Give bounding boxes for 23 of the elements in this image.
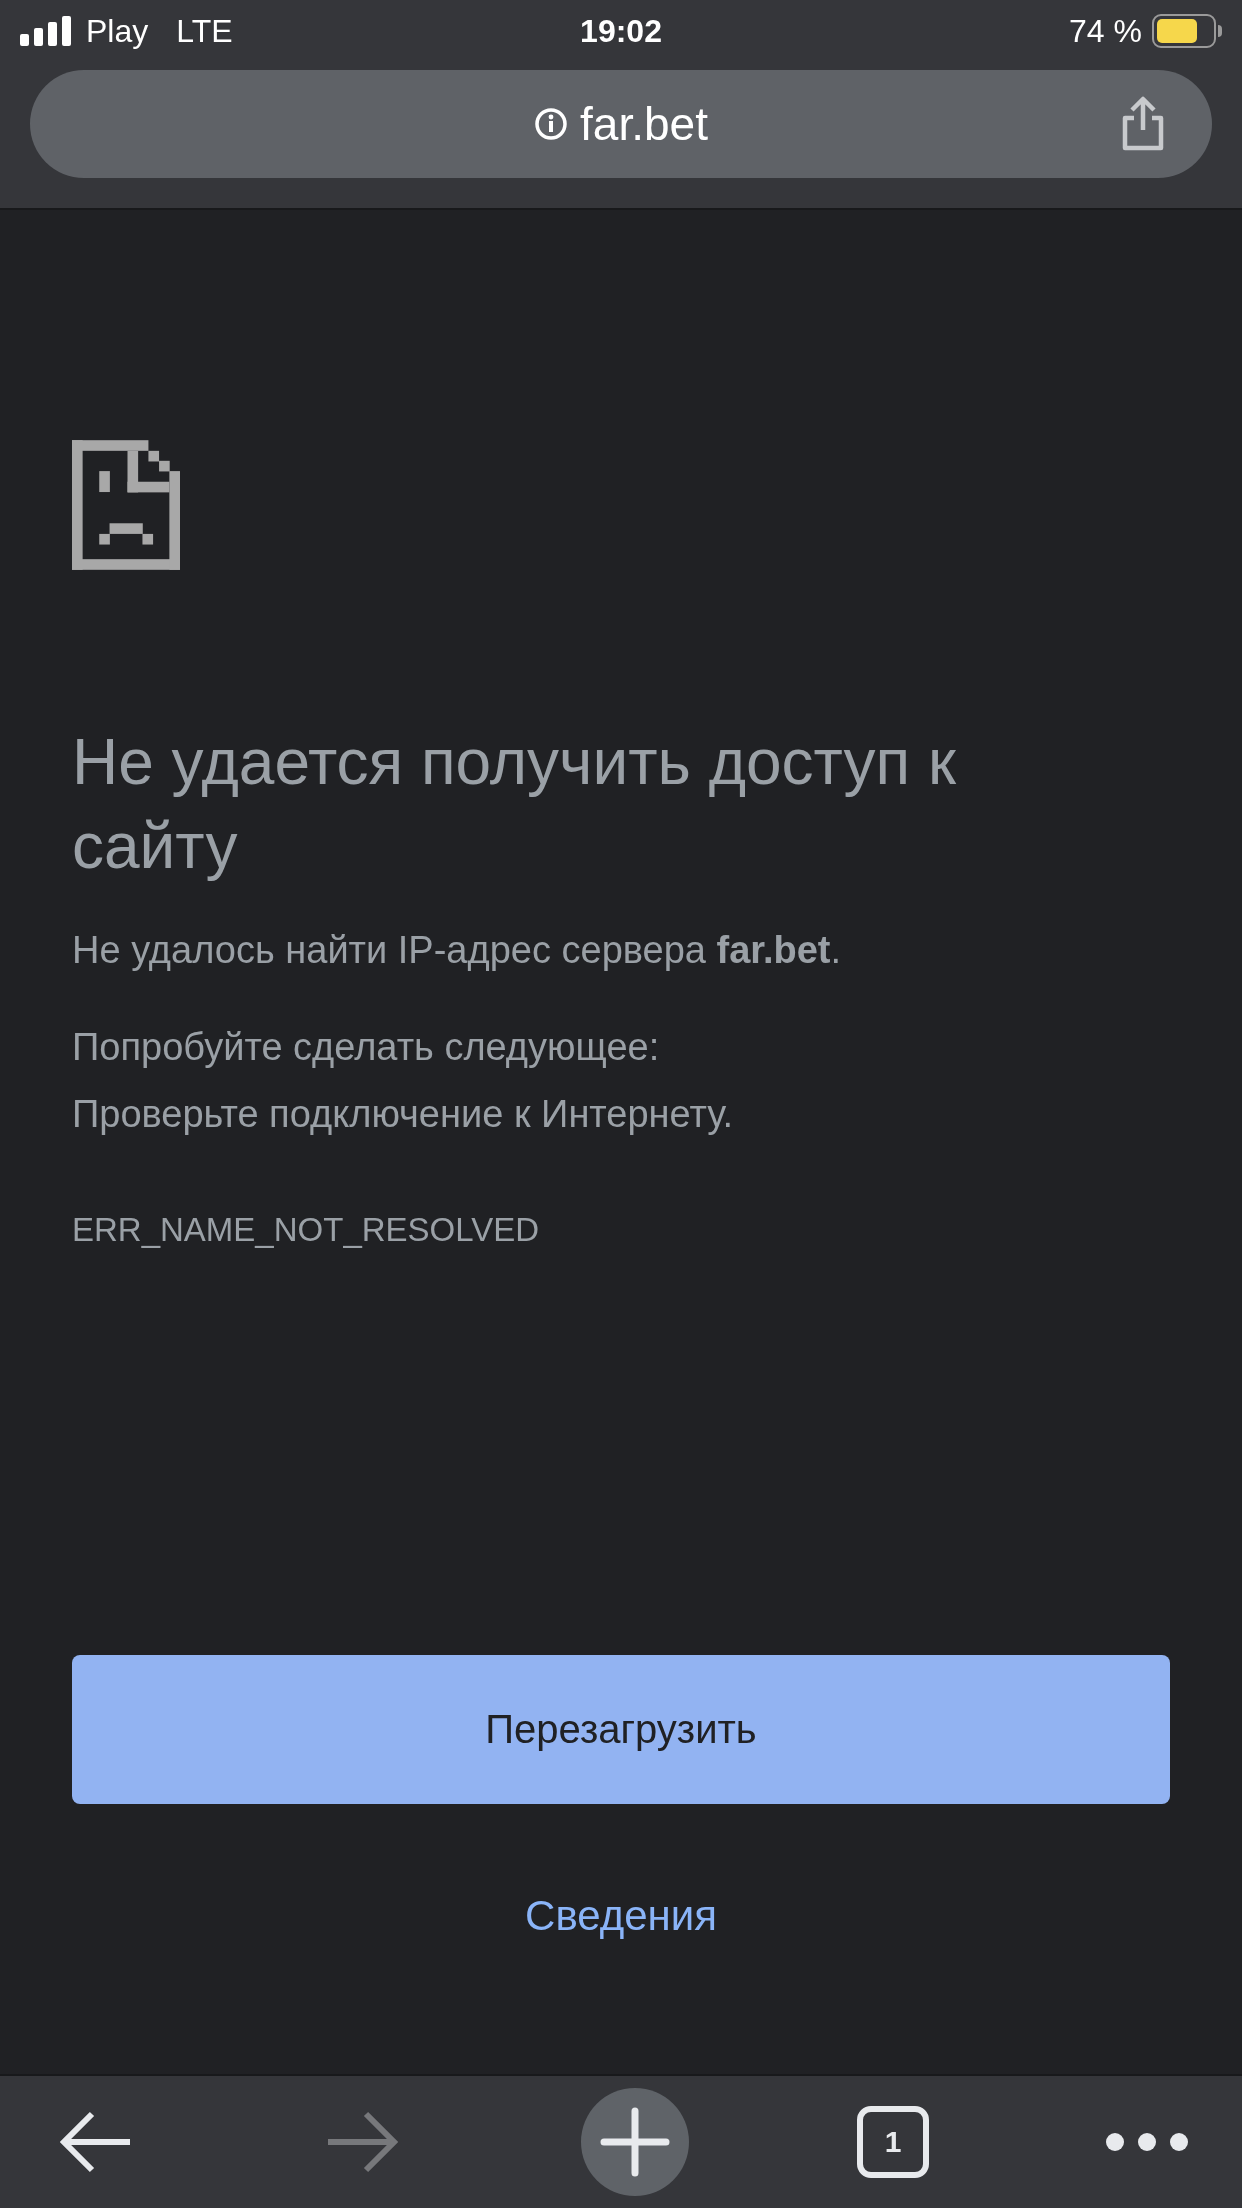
right-arrow-icon (326, 2110, 400, 2174)
broken-page-icon (72, 440, 180, 570)
error-heading: Не удается получить доступ к сайту (72, 725, 958, 884)
details-link[interactable]: Сведения (525, 1883, 717, 1947)
clock: 19:02 (580, 12, 662, 51)
left-arrow-icon (58, 2110, 132, 2174)
more-icon (1105, 2132, 1189, 2152)
suggestions-title: Попробуйте сделать следующее: (72, 1025, 661, 1070)
suggestion-text: Проверьте подключение к Интернету. (72, 1092, 735, 1137)
plus-icon (600, 2107, 670, 2177)
share-icon[interactable] (1120, 96, 1166, 152)
info-icon (534, 107, 569, 141)
battery-percent: 74 % (1069, 12, 1142, 51)
address-bar[interactable]: far.bet (30, 70, 1212, 178)
error-code: ERR_NAME_NOT_RESOLVED (72, 1210, 540, 1250)
battery-icon (1152, 14, 1222, 48)
tab-switcher-button[interactable]: 1 (857, 2106, 929, 2178)
signal-icon (20, 16, 72, 46)
error-message: Не удалось найти IP-адрес сервера far.bet. (72, 928, 843, 973)
url-text: far.bet (580, 96, 708, 152)
carrier-name: Play (86, 12, 149, 51)
network-type: LTE (176, 12, 233, 51)
reload-button[interactable]: Перезагрузить (72, 1654, 1170, 1804)
